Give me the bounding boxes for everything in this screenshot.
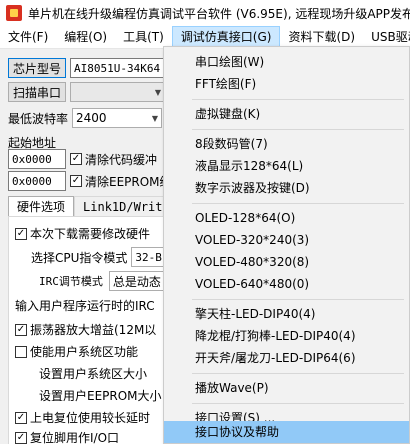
user-sys-size-label: 设置用户系统区大小 — [39, 367, 148, 381]
menu-separator — [192, 129, 404, 130]
scan-port-button[interactable]: 扫描串口 — [8, 82, 66, 102]
reset-pin-io-label: 复位脚用作I/O口 — [30, 431, 120, 444]
menu-fft-plot[interactable]: FFT绘图(F) — [164, 73, 409, 95]
window-title: 单片机在线升级编程仿真调试平台软件 (V6.95E), 远程现场升级APP发布 — [28, 6, 410, 21]
port-select[interactable]: ▼ — [70, 82, 165, 102]
baud-select[interactable]: 2400 ▼ — [72, 108, 163, 128]
menu-debug-interface[interactable]: 调试仿真接口(G) — [171, 26, 281, 48]
title-bar: 单片机在线升级编程仿真调试平台软件 (V6.95E), 远程现场升级APP发布 — [0, 0, 410, 26]
menu-usb-driver[interactable]: USB驱动安装 — [363, 26, 410, 48]
menu-downloads[interactable]: 资料下载(D) — [280, 26, 363, 48]
cpu-mode-value: 32-B — [135, 250, 162, 264]
modify-hw-label: 本次下载需要修改硬件 — [30, 227, 151, 241]
menu-lcd-128x64[interactable]: 液晶显示128*64(L) — [164, 155, 409, 177]
irc-mode-label: IRC调节模式 — [39, 275, 103, 288]
power-reset-delay-label: 上电复位使用较长延时 — [30, 411, 151, 425]
menu-separator — [192, 203, 404, 204]
menu-oscilloscope-keys[interactable]: 数字示波器及按键(D) — [164, 177, 409, 199]
menu-separator — [192, 403, 404, 404]
menu-tools[interactable]: 工具(T) — [115, 26, 172, 48]
menu-serial-plot[interactable]: 串口绘图(W) — [164, 51, 409, 73]
clear-eeprom-checkbox[interactable]: ✓ — [70, 175, 82, 187]
tab-hardware-options[interactable]: 硬件选项 — [8, 196, 75, 217]
reset-pin-io-checkbox[interactable]: ✓ — [15, 431, 27, 444]
chip-model-field[interactable]: AI8051U-34K64 — [70, 58, 166, 78]
baud-label: 最低波特率 — [8, 111, 69, 126]
menu-virtual-keyboard[interactable]: 虚拟键盘(K) — [164, 103, 409, 125]
irc-mode-value: 总是动态 — [112, 274, 161, 289]
menu-voled-640x480[interactable]: VOLED-640*480(0) — [164, 273, 409, 295]
menu-separator — [192, 99, 404, 100]
chevron-down-icon: ▼ — [151, 113, 159, 123]
menu-led-dip64-axe[interactable]: 开天斧/屠龙刀-LED-DIP64(6) — [164, 347, 409, 369]
cpu-mode-label: 选择CPU指令模式 — [31, 250, 128, 265]
eeprom-size-label: 设置用户EEPROM大小 — [39, 389, 162, 403]
menu-voled-480x320[interactable]: VOLED-480*320(8) — [164, 251, 409, 273]
chevron-down-icon: ▼ — [154, 87, 161, 97]
clear-code-label: 清除代码缓冲 — [85, 152, 158, 167]
menu-oled-128x64[interactable]: OLED-128*64(O) — [164, 207, 409, 229]
user-sys-area-checkbox[interactable] — [15, 345, 27, 358]
menu-separator — [192, 299, 404, 300]
menu-separator — [192, 373, 404, 374]
menu-play-wave[interactable]: 播放Wave(P) — [164, 377, 409, 399]
baud-value: 2400 — [76, 111, 107, 125]
power-reset-delay-checkbox[interactable]: ✓ — [15, 411, 27, 424]
debug-interface-menu: 串口绘图(W) FFT绘图(F) 虚拟键盘(K) 8段数码管(7) 液晶显示12… — [163, 46, 410, 444]
menu-file[interactable]: 文件(F) — [0, 26, 56, 48]
chip-model-button[interactable]: 芯片型号 — [8, 58, 67, 78]
irc-mode-select[interactable]: 总是动态 — [108, 271, 169, 291]
user-freq-label: 输入用户程序运行时的IRC — [15, 299, 155, 313]
app-icon — [6, 5, 22, 21]
menu-led-dip40-optimus[interactable]: 擎天柱-LED-DIP40(4) — [164, 303, 409, 325]
menu-7seg-display[interactable]: 8段数码管(7) — [164, 133, 409, 155]
menu-voled-320x240[interactable]: VOLED-320*240(3) — [164, 229, 409, 251]
clear-code-checkbox[interactable]: ✓ — [70, 153, 82, 165]
code-start-addr-field[interactable]: 0x0000 — [8, 149, 66, 169]
hardware-options-panel: ✓ 本次下载需要修改硬件 选择CPU指令模式 32-B IRC调节模式 总是动态… — [8, 216, 178, 444]
modify-hw-checkbox[interactable]: ✓ — [15, 227, 27, 240]
menu-program[interactable]: 编程(O) — [56, 26, 115, 48]
osc-gain-label: 振荡器放大增益(12M以 — [30, 323, 157, 337]
eeprom-start-addr-field[interactable]: 0x0000 — [8, 171, 66, 191]
user-sys-area-label: 使能用户系统区功能 — [30, 345, 139, 359]
menu-led-dip40-staff[interactable]: 降龙棍/打狗棒-LED-DIP40(4) — [164, 325, 409, 347]
osc-gain-checkbox[interactable]: ✓ — [15, 323, 27, 336]
menu-protocol-help[interactable]: 接口协议及帮助 — [164, 421, 409, 443]
